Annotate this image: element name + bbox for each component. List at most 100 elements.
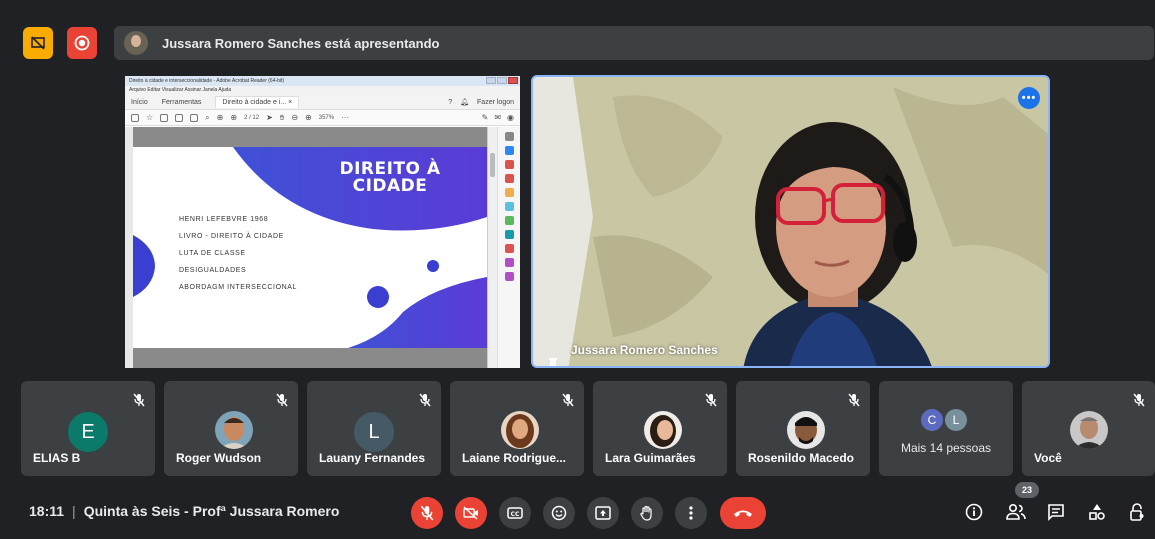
page-gap-bottom — [133, 348, 487, 368]
more-participants-label: Mais 14 pessoas — [900, 441, 992, 455]
mic-off-icon — [276, 393, 288, 412]
presenter-banner: Jussara Romero Sanches está apresentando — [114, 26, 1154, 60]
mic-off-icon — [133, 393, 145, 412]
tool-icon — [504, 188, 514, 197]
participant-name: Lara Guimarães — [605, 451, 696, 465]
mic-off-icon — [419, 393, 431, 412]
document-area: DIREITO À CIDADE HENRI LEFEBVRE 1968 LIV… — [125, 127, 487, 368]
participant-tile[interactable]: E ELIAS B — [21, 381, 155, 476]
tool-icon — [504, 132, 514, 141]
camera-toggle-button[interactable] — [455, 497, 487, 529]
hand-icon: ✋︎ — [279, 112, 285, 122]
cursor-icon: ➤ — [266, 113, 273, 122]
participant-tile[interactable]: Laiane Rodrigue... — [450, 381, 584, 476]
recording-icon[interactable] — [67, 27, 97, 59]
maximize-icon — [497, 77, 507, 84]
acrobat-tools-panel — [497, 127, 520, 368]
participant-name: Rosenildo Macedo — [748, 451, 855, 465]
mail-icon: ✉ — [494, 113, 502, 122]
presentation-icon[interactable] — [23, 27, 53, 59]
present-button[interactable] — [587, 497, 619, 529]
acrobat-tab-tools: Ferramentas — [161, 98, 202, 106]
activities-button[interactable] — [1085, 500, 1109, 524]
presenter-banner-text: Jussara Romero Sanches está apresentando — [162, 35, 440, 51]
participant-tile[interactable]: Lara Guimarães — [593, 381, 727, 476]
avatar — [215, 411, 253, 449]
more-participants-tile[interactable]: C L Mais 14 pessoas — [879, 381, 1013, 476]
mic-off-icon — [848, 393, 860, 412]
slide-list-item: HENRI LEFEBVRE 1968 — [179, 216, 269, 223]
avatar — [644, 411, 682, 449]
participant-count-badge: 23 — [1015, 482, 1039, 498]
slide-list-item: ABORDAGM INTERSECCIONAL — [179, 284, 298, 291]
present-screen-icon — [595, 506, 611, 520]
avatar: L — [354, 412, 394, 452]
acrobat-menu-bar: Arquivo Editar Visualizar Assinar Janela… — [125, 86, 520, 95]
zoom-level: 357% — [318, 114, 335, 121]
mic-toggle-button[interactable] — [411, 497, 443, 529]
acrobat-tool-icon — [131, 113, 139, 122]
acrobat-tool-icon — [160, 113, 169, 122]
phone-hangup-icon — [734, 510, 752, 517]
captions-button[interactable]: CC — [499, 497, 531, 529]
meeting-details-button[interactable] — [962, 500, 986, 524]
more-vert-icon — [689, 506, 693, 520]
participant-name: Roger Wudson — [176, 451, 262, 465]
meeting-info: 18:11 | Quinta às Seis - Profª Jussara Rom… — [29, 503, 340, 519]
more-options-button[interactable]: ••• — [1018, 87, 1040, 109]
participant-name: Laiane Rodrigue... — [462, 451, 567, 465]
meeting-time: 18:11 — [29, 503, 65, 519]
mic-off-icon — [420, 505, 434, 521]
tool-icon — [504, 258, 514, 267]
meeting-title: Quinta às Seis - Profª Jussara Romero — [83, 503, 340, 519]
avatar: L — [943, 407, 969, 433]
zoom-search-icon: ⌕ — [205, 112, 210, 122]
lock-person-icon — [1130, 503, 1144, 521]
tool-icon — [504, 146, 514, 155]
minimize-icon — [486, 77, 496, 84]
avatar — [1070, 411, 1108, 449]
participant-tile-self[interactable]: Você — [1022, 381, 1155, 476]
raise-hand-button[interactable] — [631, 497, 663, 529]
acrobat-toolbar: ☆ ⌕ ⊕ ⊕ 2 / 12 ➤ ✋︎ ⊖ ⊕ 357% ··· ✎ ✉ ◉ — [125, 110, 520, 126]
scrollbar-thumb[interactable] — [490, 153, 495, 177]
acrobat-tabs: Início Ferramentas Direito à cidade e i.… — [125, 95, 520, 110]
tool-icon — [504, 174, 514, 183]
star-icon: ☆ — [146, 113, 154, 122]
presenter-video-tile[interactable]: ••• Jussara Romero Sanches — [531, 75, 1050, 368]
activities-icon — [1089, 504, 1105, 520]
participant-name: Você — [1034, 451, 1062, 465]
print-icon — [190, 113, 199, 122]
more-options-button-bottom[interactable] — [675, 497, 707, 529]
people-icon — [1006, 503, 1026, 520]
slide-list-item: LIVRO - DIREITO À CIDADE — [179, 233, 284, 240]
participant-tile[interactable]: L Lauany Fernandes — [307, 381, 441, 476]
tool-icon — [504, 202, 514, 211]
reactions-button[interactable] — [543, 497, 575, 529]
acrobat-scrollbar[interactable] — [487, 127, 497, 368]
hand-icon — [640, 505, 652, 521]
people-button[interactable] — [1004, 500, 1028, 524]
help-icon: ? — [448, 98, 453, 106]
presenter-name: Jussara Romero Sanches — [571, 343, 718, 357]
slide-list-item: LUTA DE CLASSE — [179, 250, 246, 257]
mic-off-icon — [705, 393, 717, 412]
presentation-tile[interactable]: Direito à cidade e interseccionalidade -… — [125, 76, 520, 368]
tool-icon — [504, 272, 514, 281]
slide-list-item: DESIGUALDADES — [179, 267, 247, 274]
participant-tile[interactable]: Rosenildo Macedo — [736, 381, 870, 476]
mic-off-icon — [1133, 393, 1145, 412]
leave-call-button[interactable] — [720, 497, 766, 529]
bottom-bar: 18:11 | Quinta às Seis - Profª Jussara Rom… — [0, 487, 1155, 539]
more-icon: ··· — [341, 113, 350, 122]
info-icon — [965, 503, 983, 521]
chat-icon — [1048, 504, 1064, 521]
slide-title: DIREITO À CIDADE — [335, 161, 445, 195]
avatar — [501, 411, 539, 449]
chat-button[interactable] — [1044, 500, 1068, 524]
presenter-video — [533, 77, 1048, 366]
svg-text:CC: CC — [511, 511, 520, 518]
user-icon: ◉ — [507, 113, 514, 122]
participant-tile[interactable]: Roger Wudson — [164, 381, 298, 476]
host-controls-button[interactable] — [1125, 500, 1149, 524]
